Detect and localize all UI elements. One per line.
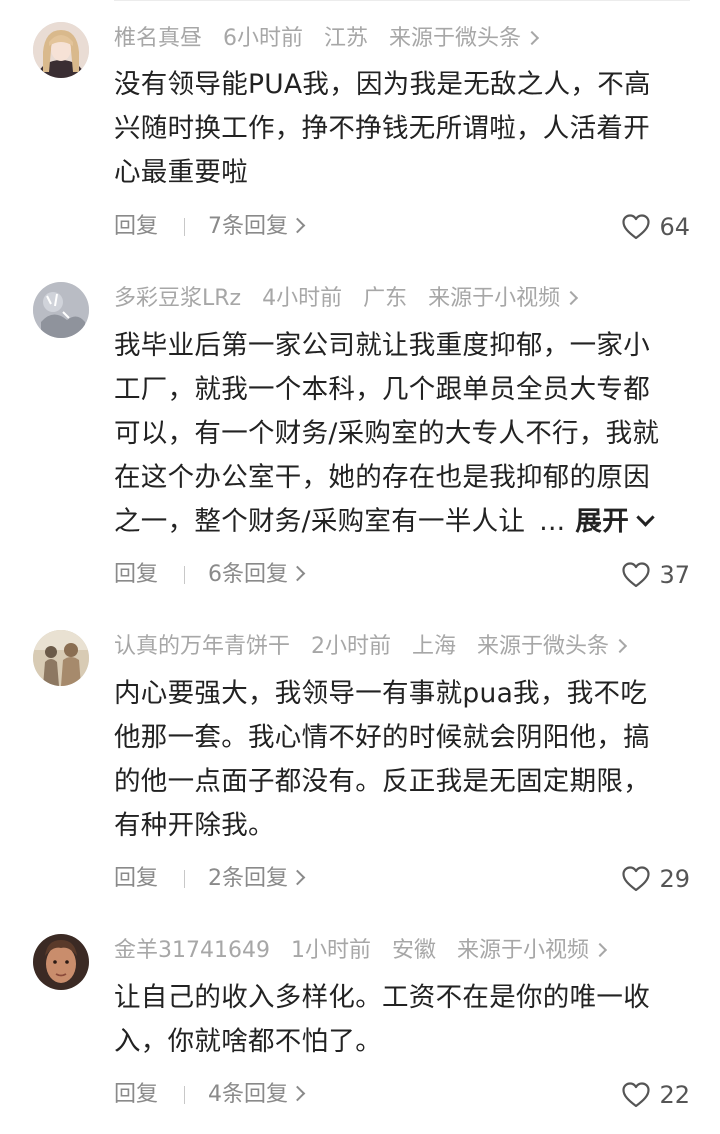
view-replies-button[interactable]: 2条回复: [208, 861, 306, 897]
replies-count: 6条回复: [208, 562, 288, 587]
chevron-right-icon: [592, 942, 608, 958]
comment-line: 之一，整个财务/采购室有一半人让: [114, 506, 526, 537]
comment-line: 在这个办公室干，她的存在也是我抑郁的原因: [114, 462, 650, 493]
chevron-right-icon: [289, 217, 306, 234]
comment-line: 我毕业后第一家公司就让我重度抑郁，一家小: [114, 330, 650, 361]
comment-line: 入，你就啥都不怕了。: [114, 1026, 382, 1057]
comment-line: 的他一点面子都没有。反正我是无固定期限，: [114, 766, 650, 797]
heart-outline-icon: [622, 866, 651, 892]
like-count: 22: [659, 1081, 690, 1109]
heart-outline-icon: [622, 562, 651, 588]
replies-count: 2条回复: [208, 866, 288, 891]
like-count: 37: [659, 561, 690, 589]
comment-location: 安徽: [391, 938, 436, 963]
reply-button[interactable]: 回复: [114, 861, 158, 897]
comment-line: 有种开除我。: [114, 810, 275, 841]
chevron-right-icon: [612, 638, 628, 654]
like-button[interactable]: 64: [621, 209, 690, 245]
comment-body: 没有领导能PUA我，因为我是无敌之人，不高 兴随时换工作，挣不挣钱无所谓啦，人活…: [114, 63, 694, 195]
comment-line: 工厂，就我一个本科，几个跟单员全员大专都: [114, 374, 650, 405]
replies-count: 4条回复: [208, 1082, 288, 1107]
username[interactable]: 认真的万年青饼干: [114, 634, 290, 659]
comment-meta: 椎名真昼 6小时前 江苏 来源于微头条: [114, 23, 540, 55]
comment-body: 让自己的收入多样化。工资不在是你的唯一收 入，你就啥都不怕了。: [114, 976, 694, 1064]
comment-source[interactable]: 来源于微头条: [477, 634, 609, 659]
expand-button[interactable]: 展开: [575, 506, 655, 537]
like-count: 64: [659, 213, 690, 241]
divider: [184, 870, 185, 888]
divider: [184, 218, 185, 236]
comment-time: 4小时前: [262, 286, 343, 311]
chevron-right-icon: [524, 30, 540, 46]
comment-source[interactable]: 来源于小视频: [457, 938, 589, 963]
avatar[interactable]: [33, 282, 89, 338]
like-button[interactable]: 22: [621, 1077, 690, 1113]
heart-outline-icon: [622, 214, 651, 240]
chevron-right-icon: [289, 1085, 306, 1102]
view-replies-button[interactable]: 6条回复: [208, 557, 306, 593]
reply-button[interactable]: 回复: [114, 557, 158, 593]
avatar[interactable]: [33, 934, 89, 990]
comment-source[interactable]: 来源于微头条: [389, 26, 521, 51]
comment-time: 2小时前: [311, 634, 392, 659]
view-replies-button[interactable]: 4条回复: [208, 1077, 306, 1113]
comment-source[interactable]: 来源于小视频: [428, 286, 560, 311]
reply-button[interactable]: 回复: [114, 209, 158, 245]
comment-line: 心最重要啦: [114, 157, 248, 188]
ellipsis: ...: [539, 506, 566, 537]
comment-line: 内心要强大，我领导一有事就pua我，我不吃: [114, 678, 648, 709]
username[interactable]: 椎名真昼: [114, 26, 202, 51]
reply-button[interactable]: 回复: [114, 1077, 158, 1113]
comment-actions: 回复 2条回复 29: [114, 861, 690, 897]
chevron-right-icon: [289, 565, 306, 582]
comment-line: 他那一套。我心情不好的时候就会阴阳他，搞: [114, 722, 650, 753]
chevron-right-icon: [564, 290, 579, 306]
comment-location: 上海: [412, 634, 457, 659]
comment-line: 让自己的收入多样化。工资不在是你的唯一收: [114, 982, 650, 1013]
divider: [184, 1086, 185, 1104]
username[interactable]: 金羊31741649: [114, 938, 270, 963]
comment-meta: 金羊31741649 1小时前 安徽 来源于小视频: [114, 935, 608, 967]
comment-meta: 多彩豆浆LRz 4小时前 广东 来源于小视频: [114, 283, 579, 315]
comment-location: 广东: [363, 286, 408, 311]
chevron-down-icon: [636, 508, 655, 527]
comment-actions: 回复 4条回复 22: [114, 1077, 690, 1113]
comment-line: 可以，有一个财务/采购室的大专人不行，我就: [114, 418, 660, 449]
comment-actions: 回复 6条回复 37: [114, 557, 690, 593]
comment-line: 兴随时换工作，挣不挣钱无所谓啦，人活着开: [114, 113, 650, 144]
expand-label: 展开: [575, 506, 630, 537]
avatar[interactable]: [33, 630, 89, 686]
comment-body: 我毕业后第一家公司就让我重度抑郁，一家小 工厂，就我一个本科，几个跟单员全员大专…: [114, 324, 694, 544]
comment-location: 江苏: [324, 26, 369, 51]
view-replies-button[interactable]: 7条回复: [208, 209, 306, 245]
divider: [184, 566, 185, 584]
avatar[interactable]: [33, 22, 89, 78]
top-divider: [114, 0, 690, 1]
like-button[interactable]: 37: [621, 557, 690, 593]
chevron-right-icon: [289, 869, 306, 886]
like-count: 29: [659, 865, 690, 893]
comment-time: 6小时前: [223, 26, 304, 51]
replies-count: 7条回复: [208, 214, 288, 239]
username[interactable]: 多彩豆浆LRz: [114, 286, 241, 311]
heart-outline-icon: [622, 1082, 651, 1108]
comment-time: 1小时前: [290, 938, 371, 963]
like-button[interactable]: 29: [621, 861, 690, 897]
comment-meta: 认真的万年青饼干 2小时前 上海 来源于微头条: [114, 631, 628, 663]
comment-body: 内心要强大，我领导一有事就pua我，我不吃 他那一套。我心情不好的时候就会阴阳他…: [114, 672, 694, 848]
comment-line: 没有领导能PUA我，因为我是无敌之人，不高: [114, 69, 651, 100]
comment-actions: 回复 7条回复 64: [114, 209, 690, 245]
comment-line-last: 之一，整个财务/采购室有一半人让... 展开: [114, 500, 694, 544]
